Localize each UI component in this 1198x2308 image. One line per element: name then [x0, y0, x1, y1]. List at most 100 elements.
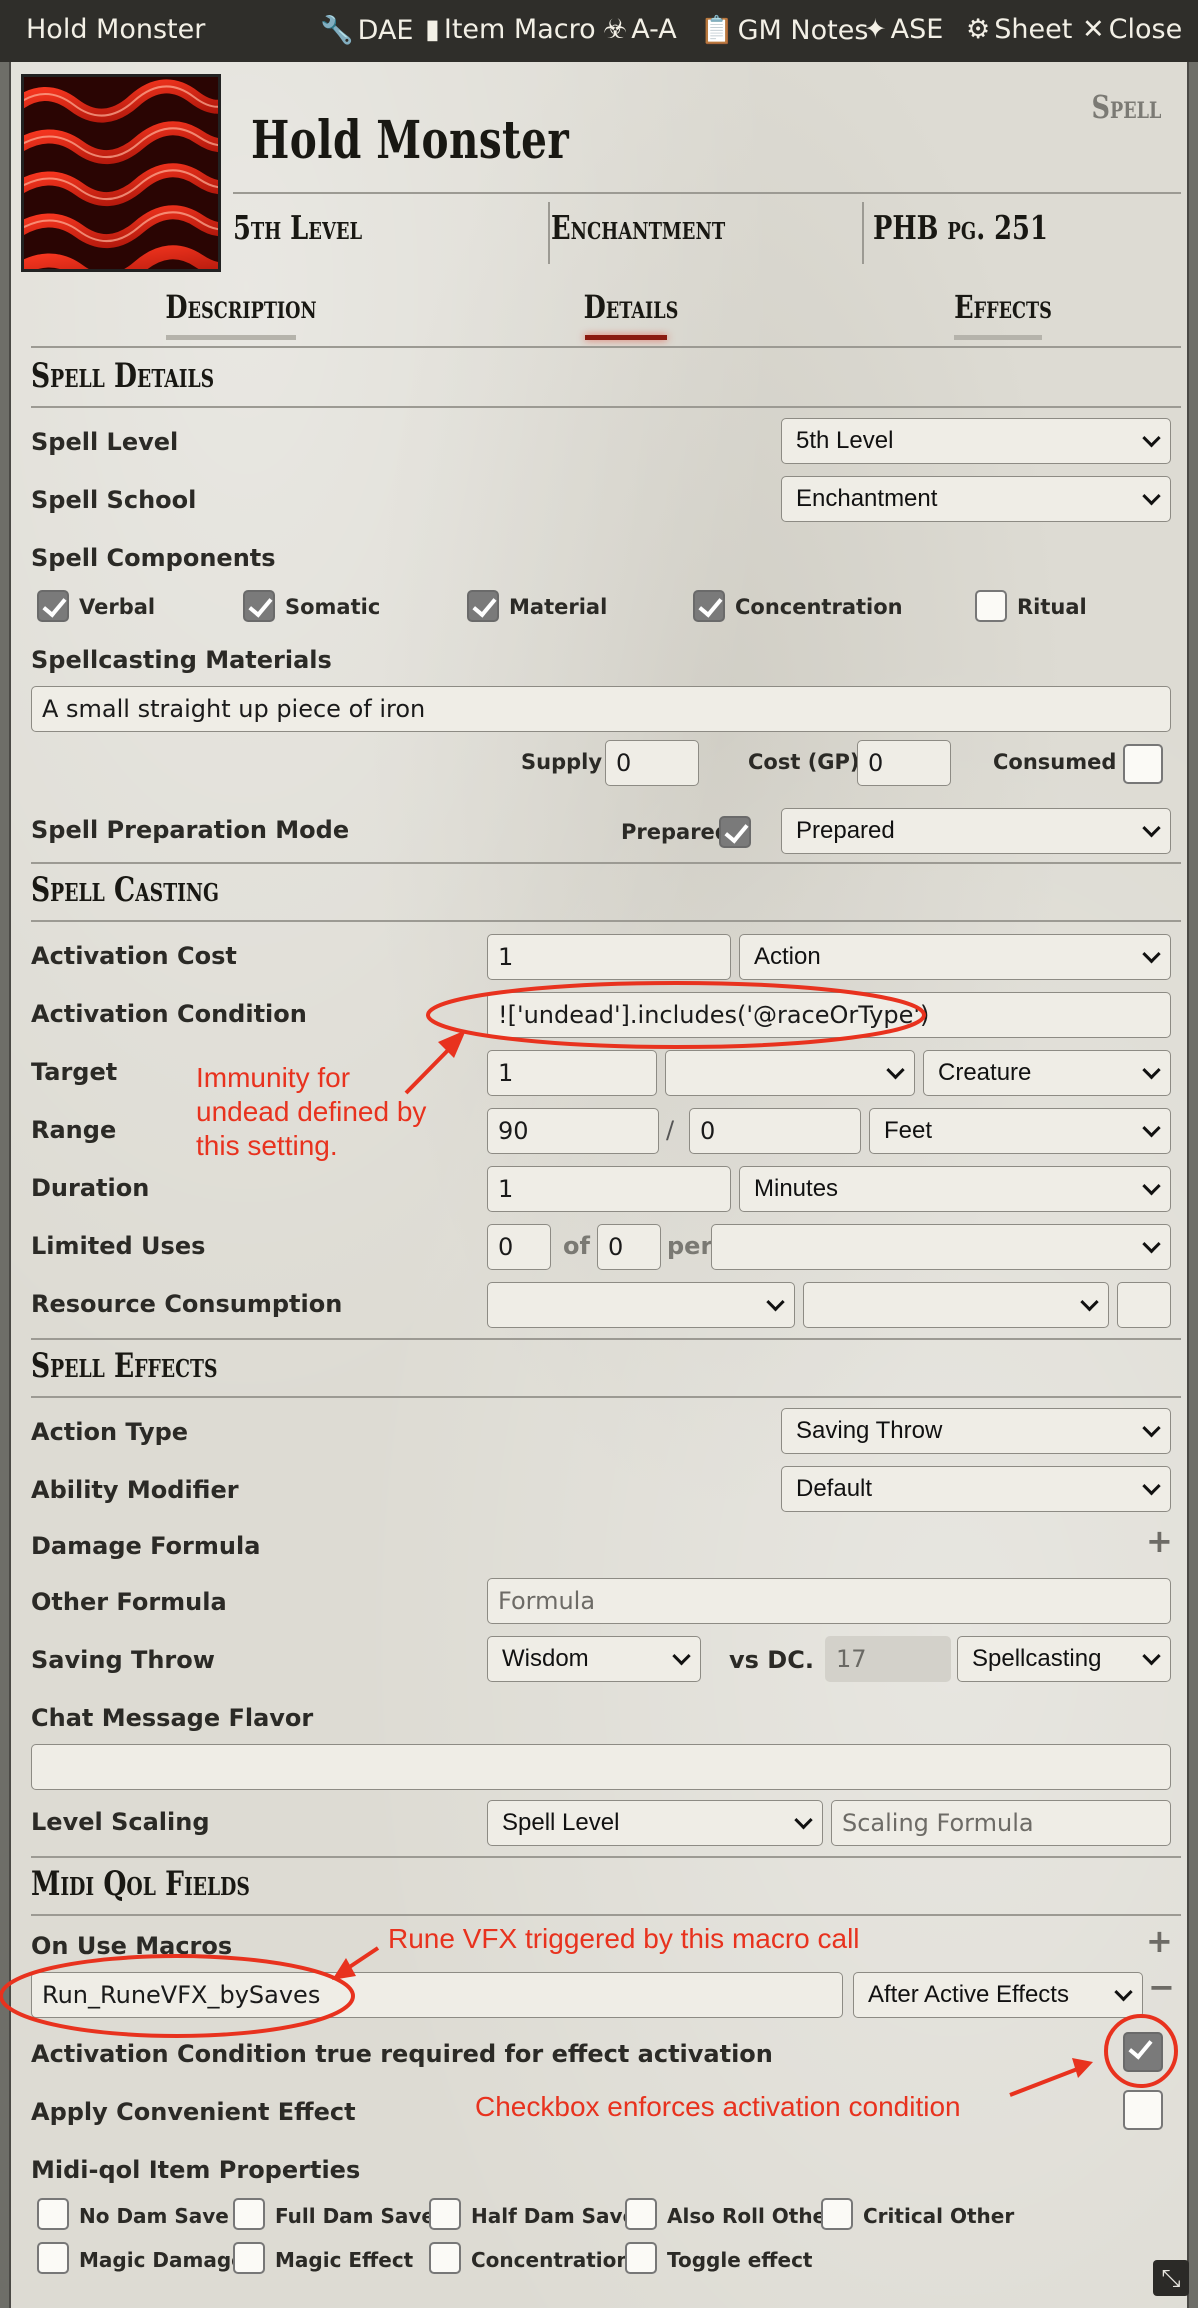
add-macro-icon[interactable]: +: [1146, 1922, 1173, 1960]
consumed-checkbox[interactable]: [1123, 744, 1163, 784]
range-label: Range: [31, 1116, 117, 1144]
chevron-down-icon: [1142, 1476, 1161, 1496]
no-dam-save-label: No Dam Save: [79, 2204, 229, 2228]
gear-icon: ⚙: [966, 14, 991, 45]
convenient-effect-label: Apply Convenient Effect: [31, 2098, 356, 2126]
also-roll-other-checkbox[interactable]: [625, 2198, 657, 2230]
uses-per-label: per: [667, 1232, 713, 1260]
preparation-mode-select[interactable]: Prepared: [781, 808, 1171, 854]
scaling-formula-input[interactable]: Scaling Formula: [831, 1800, 1171, 1846]
resource-type-select[interactable]: [487, 1282, 795, 1328]
tab-underline-active: [585, 335, 667, 340]
chevron-down-icon: [1142, 818, 1161, 838]
spell-source[interactable]: PHB pg. 251: [873, 208, 1048, 247]
gm-notes-button[interactable]: 📋 GM Notes: [700, 14, 868, 46]
activation-cost-input[interactable]: 1: [487, 934, 731, 980]
target-value-input[interactable]: 1: [487, 1050, 657, 1096]
resource-target-select[interactable]: [803, 1282, 1109, 1328]
add-damage-icon[interactable]: +: [1146, 1522, 1173, 1560]
section-divider: [31, 862, 1181, 864]
summary-divider: [548, 202, 550, 264]
activation-condition-input[interactable]: !['undead'].includes('@raceOrType'): [487, 992, 1171, 1038]
midi-concentration-checkbox[interactable]: [429, 2242, 461, 2274]
preparation-mode-label: Spell Preparation Mode: [31, 816, 350, 844]
remove-macro-icon[interactable]: −: [1148, 1968, 1175, 2006]
ritual-label: Ritual: [1017, 595, 1087, 619]
resource-amount-input[interactable]: [1117, 1282, 1171, 1328]
critical-other-checkbox[interactable]: [821, 2198, 853, 2230]
uses-period-select[interactable]: [711, 1224, 1171, 1270]
midi-qol-header: Midi Qol Fields: [31, 1864, 250, 1904]
ritual-checkbox[interactable]: [975, 590, 1007, 622]
chat-flavor-input[interactable]: [31, 1744, 1171, 1790]
action-type-select[interactable]: Saving Throw: [781, 1408, 1171, 1454]
save-ability-select[interactable]: Wisdom: [487, 1636, 701, 1682]
range-long-input[interactable]: 0: [689, 1108, 861, 1154]
activation-required-checkbox[interactable]: [1123, 2032, 1163, 2072]
chevron-down-icon: [1114, 1982, 1133, 2002]
macro-timing-select[interactable]: After Active Effects: [853, 1972, 1143, 2018]
spell-level-summary: 5th Level: [233, 208, 363, 247]
activation-type-select[interactable]: Action: [739, 934, 1171, 980]
resize-icon[interactable]: ⤡: [1153, 2260, 1189, 2296]
full-dam-save-checkbox[interactable]: [233, 2198, 265, 2230]
concentration-checkbox[interactable]: [693, 590, 725, 622]
save-scaling-select[interactable]: Spellcasting: [957, 1636, 1171, 1682]
materials-label: Spellcasting Materials: [31, 646, 332, 674]
tab-description[interactable]: Description: [137, 288, 345, 326]
ability-modifier-select[interactable]: Default: [781, 1466, 1171, 1512]
tab-underline: [954, 335, 1042, 340]
close-button[interactable]: ✕ Close: [1082, 14, 1182, 45]
materials-input[interactable]: A small straight up piece of iron: [31, 686, 1171, 732]
spell-image-art: [24, 77, 218, 269]
no-dam-save-checkbox[interactable]: [37, 2198, 69, 2230]
verbal-checkbox[interactable]: [37, 590, 69, 622]
target-units-select[interactable]: [665, 1050, 915, 1096]
half-dam-save-checkbox[interactable]: [429, 2198, 461, 2230]
chevron-down-icon: [672, 1646, 691, 1666]
tab-details[interactable]: Details: [527, 288, 735, 326]
level-scaling-select[interactable]: Spell Level: [487, 1800, 823, 1846]
duration-units-select[interactable]: Minutes: [739, 1166, 1171, 1212]
on-use-macro-input[interactable]: Run_RuneVFX_bySaves: [31, 1972, 843, 2018]
uses-max-input[interactable]: 0: [597, 1224, 661, 1270]
sheet-button[interactable]: ⚙ Sheet: [966, 14, 1072, 45]
item-type: Spell: [1091, 88, 1161, 126]
magic-effect-checkbox[interactable]: [233, 2242, 265, 2274]
prepared-checkbox[interactable]: [719, 816, 751, 848]
checkbox-annotation: Checkbox enforces activation condition: [475, 2091, 961, 2122]
convenient-effect-checkbox[interactable]: [1123, 2090, 1163, 2130]
annotation-line: this setting.: [196, 1130, 338, 1161]
cost-input[interactable]: 0: [857, 740, 951, 786]
somatic-checkbox[interactable]: [243, 590, 275, 622]
magic-effect-label: Magic Effect: [275, 2248, 414, 2272]
header-divider: [233, 192, 1181, 194]
spell-effects-header: Spell Effects: [31, 1346, 218, 1386]
duration-value-input[interactable]: 1: [487, 1166, 731, 1212]
saving-throw-label: Saving Throw: [31, 1646, 215, 1674]
target-type-select[interactable]: Creature: [923, 1050, 1171, 1096]
spell-level-label: Spell Level: [31, 428, 179, 456]
tab-effects[interactable]: Effects: [899, 288, 1107, 326]
toggle-effect-checkbox[interactable]: [625, 2242, 657, 2274]
supply-input[interactable]: 0: [605, 740, 699, 786]
item-name[interactable]: Hold Monster: [251, 110, 569, 171]
other-formula-input[interactable]: Formula: [487, 1578, 1171, 1624]
spell-details-header: Spell Details: [31, 356, 215, 396]
range-units-select[interactable]: Feet: [869, 1108, 1171, 1154]
spell-level-select[interactable]: 5th Level: [781, 418, 1171, 464]
supply-label: Supply: [521, 750, 603, 774]
magic-damage-checkbox[interactable]: [37, 2242, 69, 2274]
magic-damage-label: Magic Damage: [79, 2248, 245, 2272]
ase-button[interactable]: ✦ ASE: [864, 14, 943, 45]
section-divider: [31, 1914, 1181, 1916]
range-value-input[interactable]: 90: [487, 1108, 659, 1154]
a-a-button[interactable]: ☣ A-A: [603, 14, 677, 45]
uses-value-input[interactable]: 0: [487, 1224, 551, 1270]
item-macro-button[interactable]: ▮ Item Macro: [425, 14, 596, 45]
spell-school-select[interactable]: Enchantment: [781, 476, 1171, 522]
material-checkbox[interactable]: [467, 590, 499, 622]
spell-image[interactable]: [21, 74, 221, 272]
save-dc-input[interactable]: 17: [825, 1636, 951, 1682]
dae-button[interactable]: 🔧 DAE: [320, 14, 413, 46]
